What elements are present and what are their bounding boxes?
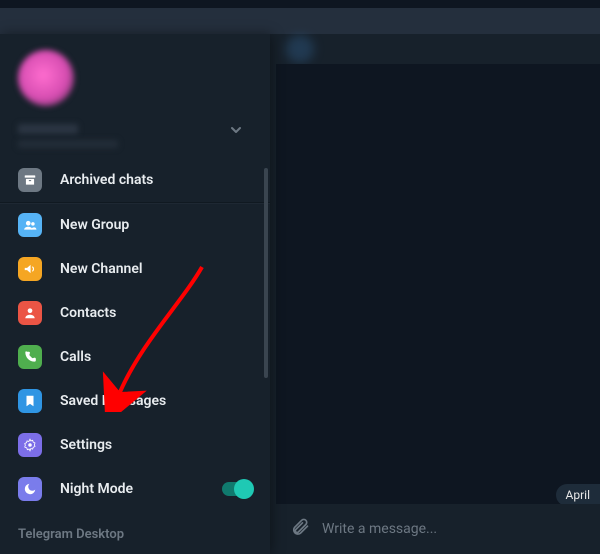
saved-icon bbox=[18, 389, 42, 413]
channel-icon bbox=[18, 257, 42, 281]
app-name-footer: Telegram Desktop bbox=[0, 517, 270, 554]
calls-icon bbox=[18, 345, 42, 369]
sidebar-drawer: Archived chats New Group New Channel Con… bbox=[0, 34, 270, 554]
menu-label: New Channel bbox=[60, 261, 252, 277]
menu-night-mode[interactable]: Night Mode bbox=[0, 467, 270, 511]
chat-pane: April Write a message... bbox=[276, 34, 600, 554]
phone-number bbox=[18, 140, 118, 148]
menu-label: Saved Messages bbox=[60, 393, 252, 409]
username-block bbox=[18, 124, 252, 148]
settings-icon bbox=[18, 433, 42, 457]
scrollbar[interactable] bbox=[264, 168, 268, 378]
window-top-bar bbox=[0, 0, 600, 8]
menu-label: New Group bbox=[60, 217, 252, 233]
display-name bbox=[18, 124, 78, 134]
night-mode-toggle[interactable] bbox=[222, 482, 252, 496]
menu-archived-chats[interactable]: Archived chats bbox=[0, 158, 270, 202]
title-bar bbox=[0, 8, 600, 34]
menu-label: Archived chats bbox=[60, 172, 252, 188]
menu-saved-messages[interactable]: Saved Messages bbox=[0, 379, 270, 423]
chevron-down-icon[interactable] bbox=[228, 122, 244, 142]
attach-icon[interactable] bbox=[290, 517, 310, 541]
menu-contacts[interactable]: Contacts bbox=[0, 291, 270, 335]
menu-label: Calls bbox=[60, 349, 252, 365]
menu-settings[interactable]: Settings bbox=[0, 423, 270, 467]
menu-calls[interactable]: Calls bbox=[0, 335, 270, 379]
chat-header[interactable] bbox=[276, 34, 600, 64]
menu-label: Night Mode bbox=[60, 481, 204, 497]
profile-block[interactable] bbox=[0, 34, 270, 158]
menu-new-channel[interactable]: New Channel bbox=[0, 247, 270, 291]
menu-new-group[interactable]: New Group bbox=[0, 203, 270, 247]
menu-label: Settings bbox=[60, 437, 252, 453]
message-input-bar[interactable]: Write a message... bbox=[276, 504, 600, 554]
group-icon bbox=[18, 213, 42, 237]
message-input-placeholder[interactable]: Write a message... bbox=[322, 521, 437, 537]
chat-avatar bbox=[286, 35, 314, 63]
archive-icon bbox=[18, 168, 42, 192]
chat-body: April bbox=[276, 64, 600, 534]
toggle-knob bbox=[234, 479, 254, 499]
contacts-icon bbox=[18, 301, 42, 325]
menu-label: Contacts bbox=[60, 305, 252, 321]
app-root: April Write a message... bbox=[0, 0, 600, 554]
avatar[interactable] bbox=[18, 50, 74, 106]
night-icon bbox=[18, 477, 42, 501]
date-badge: April bbox=[556, 484, 600, 506]
